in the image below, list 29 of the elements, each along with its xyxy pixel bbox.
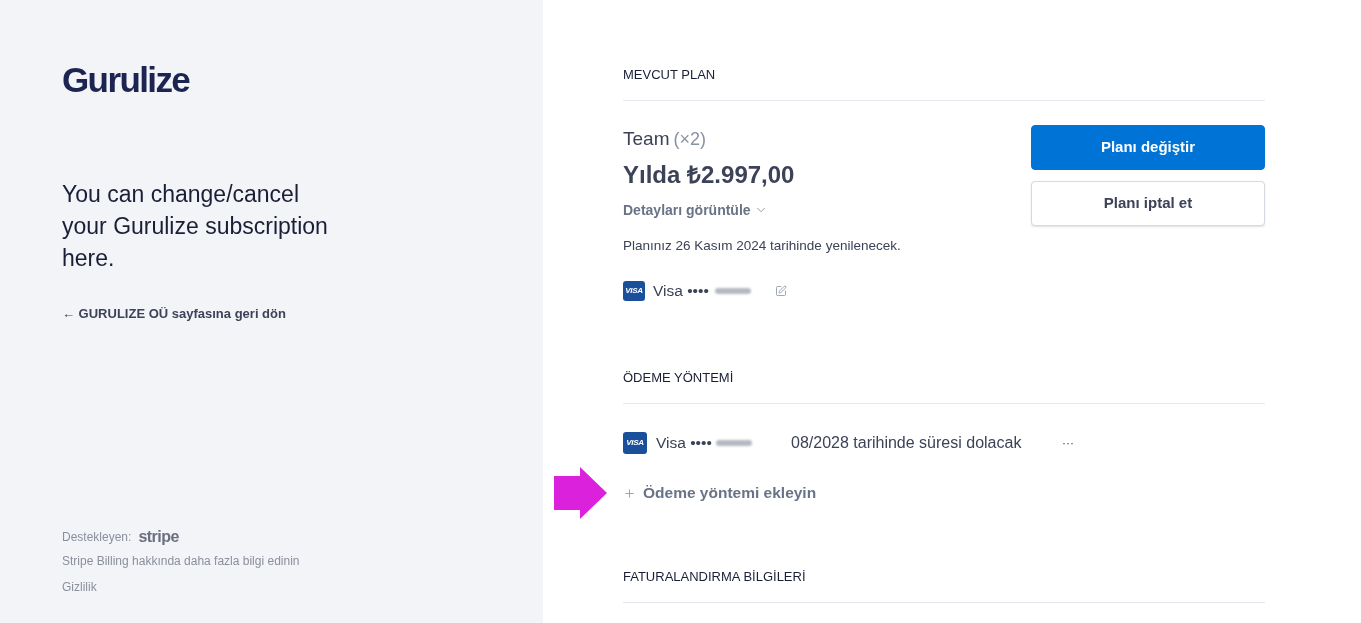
section-heading: MEVCUT PLAN (623, 66, 717, 84)
back-link[interactable]: ← GURULIZE OÜ sayfasına geri dön (62, 304, 286, 324)
plan-quantity: (×2) (673, 128, 706, 151)
footer-link[interactable]: Stripe Billing hakkında daha fazla bilgi edinin (62, 551, 300, 571)
plus-icon (623, 486, 636, 500)
stripe-logo[interactable]: stripe (138, 525, 179, 549)
blurred-text (715, 440, 752, 446)
plan-name: Team (623, 127, 670, 151)
card-label: Visa •••• (656, 433, 712, 454)
blurred-text (714, 288, 751, 294)
card-label: Visa •••• (653, 281, 709, 302)
add-payment-method-link[interactable]: Ödeme yöntemi ekleyin (623, 482, 817, 504)
change-plan-button[interactable]: Planı değiştir (1031, 125, 1265, 170)
card-brand-logo: VISA (623, 281, 645, 301)
section-heading: ÖDEME YÖNTEMİ (623, 369, 735, 387)
renewal-note: Planınız 26 Kasım 2024 tarihinde yenilenecek. (623, 237, 901, 255)
card-expiry: 08/2028 tarihinde süresi dolacak (791, 433, 1023, 453)
powered-by-label: Destekleyen: (62, 529, 132, 546)
sidebar-headline: You can change/cancel your Gurulize subscription here. (62, 180, 329, 273)
more-options-button[interactable]: ··· (1062, 437, 1074, 449)
edit-icon[interactable] (774, 285, 787, 297)
plan-price: Yılda ₺2.997,00 (623, 161, 796, 189)
footer-link[interactable]: Gizlilik (62, 577, 97, 597)
cancel-plan-button[interactable]: Planı iptal et (1031, 181, 1265, 226)
details-link[interactable]: Detayları görüntüle (623, 200, 768, 220)
card-brand-logo: VISA (623, 432, 647, 454)
annotation-arrow (554, 467, 607, 519)
section-heading: FATURALANDIRMA BİLGİLERİ (623, 568, 807, 586)
brand-logo: Gurulize (62, 61, 190, 99)
